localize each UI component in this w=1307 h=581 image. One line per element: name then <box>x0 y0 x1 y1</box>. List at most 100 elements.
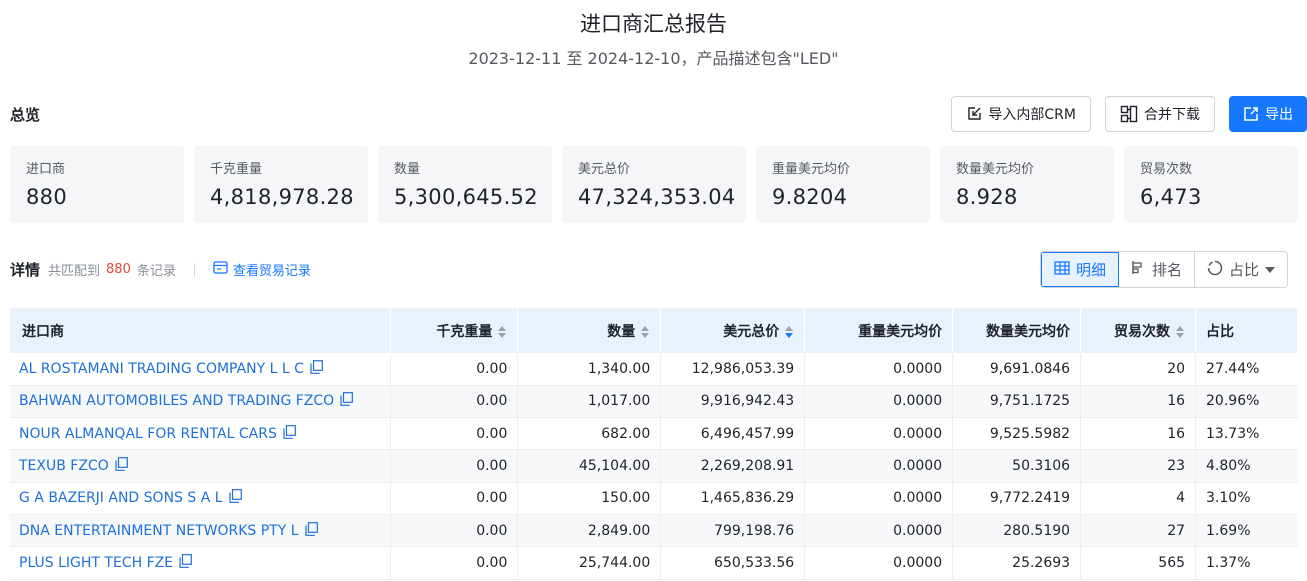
table-row: PLUS LIGHT TECH FZE 0.00 25,744.00 650,533.… <box>10 546 1298 580</box>
stat-value: 4,818,978.28 <box>210 185 354 209</box>
importer-name-link[interactable]: NOUR ALMANQAL FOR RENTAL CARS <box>10 417 392 451</box>
merge-icon <box>1120 105 1138 123</box>
qty-avg-cell: 9,772.2419 <box>952 482 1082 515</box>
qty-avg-cell: 9,525.5982 <box>952 417 1082 451</box>
quantity-cell: 150.00 <box>517 482 662 515</box>
sort-icon <box>1176 325 1185 338</box>
records-icon <box>213 261 228 278</box>
sort-desc-icon <box>785 325 794 338</box>
trade-count-cell: 20 <box>1080 353 1197 386</box>
weight-cell: 0.00 <box>390 482 519 515</box>
tab-detail-label: 明细 <box>1076 261 1107 279</box>
stats-row: 进口商 880 千克重量 4,818,978.28 数量 5,300,645.5… <box>10 146 1298 223</box>
importer-name-link[interactable]: PLUS LIGHT TECH FZE <box>10 546 392 580</box>
export-button[interactable]: 导出 <box>1229 96 1307 132</box>
stat-card-total-usd: 美元总价 47,324,353.04 <box>562 146 746 223</box>
quantity-cell: 1,340.00 <box>517 353 662 386</box>
view-trade-records-link[interactable]: 查看贸易记录 <box>213 260 311 279</box>
table-row: G A BAZERJI AND SONS S A L 0.00 150.00 1,46… <box>10 482 1298 515</box>
copy-icon[interactable] <box>228 489 242 507</box>
stat-label: 千克重量 <box>210 162 263 177</box>
matched-suffix: 条记录 <box>136 264 176 279</box>
sort-icon <box>641 325 650 338</box>
col-header-weight[interactable]: 千克重量 <box>390 308 519 353</box>
weight-avg-cell: 0.0000 <box>804 353 954 386</box>
weight-avg-cell: 0.0000 <box>804 449 954 483</box>
importer-name-link[interactable]: AL ROSTAMANI TRADING COMPANY L L C <box>10 353 392 386</box>
quantity-cell: 45,104.00 <box>517 449 662 483</box>
qty-avg-cell: 25.2693 <box>952 546 1082 580</box>
total-usd-cell: 12,986,053.39 <box>660 353 806 386</box>
weight-cell: 0.00 <box>390 353 519 386</box>
total-usd-cell: 2,269,208.91 <box>660 449 806 483</box>
weight-cell: 0.00 <box>390 417 519 451</box>
weight-avg-cell: 0.0000 <box>804 482 954 515</box>
share-cell: 4.80% <box>1195 449 1298 483</box>
stat-card-quantity: 数量 5,300,645.52 <box>378 146 552 223</box>
share-cell: 13.73% <box>1195 417 1298 451</box>
share-cell: 20.96% <box>1195 385 1298 419</box>
trade-count-cell: 16 <box>1080 385 1197 419</box>
table-row: TEXUB FZCO 0.00 45,104.00 2,269,208.91 0.000… <box>10 449 1298 483</box>
quantity-cell: 2,849.00 <box>517 514 662 548</box>
table-icon <box>1054 260 1070 279</box>
quantity-cell: 1,017.00 <box>517 385 662 419</box>
importer-name-link[interactable]: BAHWAN AUTOMOBILES AND TRADING FZCO <box>10 385 392 419</box>
col-header-weight-avg: 重量美元均价 <box>804 308 954 353</box>
col-header-total-usd[interactable]: 美元总价 <box>660 308 806 353</box>
caret-down-icon <box>1265 266 1276 273</box>
weight-avg-cell: 0.0000 <box>804 417 954 451</box>
import-crm-label: 导入内部CRM <box>988 107 1076 123</box>
trade-count-cell: 27 <box>1080 514 1197 548</box>
weight-cell: 0.00 <box>390 449 519 483</box>
stat-label: 重量美元均价 <box>772 162 851 177</box>
stat-label: 数量 <box>394 162 421 177</box>
detail-label: 详情 <box>10 261 41 279</box>
col-header-trade-count[interactable]: 贸易次数 <box>1080 308 1197 353</box>
copy-icon[interactable] <box>115 457 128 475</box>
view-trade-records-label: 查看贸易记录 <box>232 264 311 279</box>
share-cell: 1.69% <box>1195 514 1298 548</box>
stat-card-weight: 千克重量 4,818,978.28 <box>194 146 368 223</box>
view-switcher: 明细 排名 占比 <box>1040 251 1289 288</box>
table-header-row: 进口商 千克重量 数量 美元总价 重量美元均价 数量美元均价 贸易次数 占比 <box>10 308 1298 353</box>
tab-ranking[interactable]: 排名 <box>1119 252 1196 287</box>
export-label: 导出 <box>1265 107 1293 123</box>
matched-count: 880 <box>106 262 131 277</box>
copy-icon[interactable] <box>310 359 323 378</box>
tab-share[interactable]: 占比 <box>1195 252 1288 287</box>
table-row: NOUR ALMANQAL FOR RENTAL CARS 0.00 682.00 6… <box>10 417 1298 451</box>
weight-cell: 0.00 <box>390 514 519 548</box>
table-row: DNA ENTERTAINMENT NETWORKS PTY L 0.00 2,84… <box>10 514 1298 548</box>
total-usd-cell: 6,496,457.99 <box>660 417 806 451</box>
tab-ranking-label: 排名 <box>1152 261 1183 279</box>
merge-download-button[interactable]: 合并下载 <box>1105 96 1215 132</box>
importer-name-link[interactable]: DNA ENTERTAINMENT NETWORKS PTY L <box>10 514 392 548</box>
importer-name-link[interactable]: TEXUB FZCO <box>10 449 392 483</box>
importer-table: 进口商 千克重量 数量 美元总价 重量美元均价 数量美元均价 贸易次数 占比 A… <box>10 308 1298 580</box>
table-row: BAHWAN AUTOMOBILES AND TRADING FZCO 0.00 1… <box>10 385 1298 419</box>
trade-count-cell: 23 <box>1080 449 1197 483</box>
col-header-qty-avg: 数量美元均价 <box>952 308 1082 353</box>
col-header-quantity[interactable]: 数量 <box>517 308 662 353</box>
col-header-share: 占比 <box>1195 308 1298 353</box>
qty-avg-cell: 50.3106 <box>952 449 1082 483</box>
total-usd-cell: 1,465,836.29 <box>660 482 806 515</box>
copy-icon[interactable] <box>340 392 354 410</box>
stat-label: 数量美元均价 <box>956 162 1035 177</box>
copy-icon[interactable] <box>179 554 192 572</box>
tab-detail[interactable]: 明细 <box>1041 252 1120 287</box>
stat-value: 5,300,645.52 <box>394 185 538 209</box>
weight-avg-cell: 0.0000 <box>804 546 954 580</box>
stat-card-trade-count: 贸易次数 6,473 <box>1124 146 1298 223</box>
importer-name-link[interactable]: G A BAZERJI AND SONS S A L <box>10 482 392 515</box>
weight-avg-cell: 0.0000 <box>804 385 954 419</box>
copy-icon[interactable] <box>283 424 296 443</box>
trade-count-cell: 16 <box>1080 417 1197 451</box>
weight-avg-cell: 0.0000 <box>804 514 954 548</box>
tab-share-label: 占比 <box>1229 261 1260 279</box>
matched-prefix: 共匹配到 <box>48 264 101 279</box>
qty-avg-cell: 9,751.1725 <box>952 385 1082 419</box>
import-crm-button[interactable]: 导入内部CRM <box>951 96 1091 132</box>
copy-icon[interactable] <box>304 521 318 540</box>
